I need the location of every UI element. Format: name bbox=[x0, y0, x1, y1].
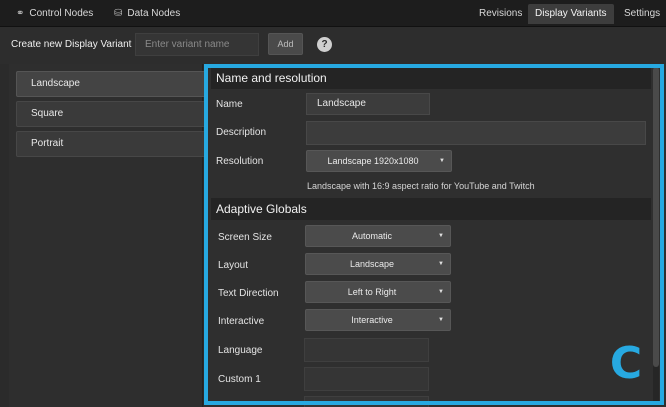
variant-properties-panel: Name and resolution Name Landscape Descr… bbox=[204, 64, 666, 407]
tab-data-nodes[interactable]: ⛁ Data Nodes bbox=[107, 4, 187, 24]
tab-control-nodes-label: Control Nodes bbox=[29, 8, 94, 19]
caret-down-icon: ▼ bbox=[438, 261, 444, 267]
resolution-dropdown[interactable]: Landscape 1920x1080 ▼ bbox=[306, 150, 452, 172]
section-adaptive-globals: Adaptive Globals bbox=[211, 198, 651, 220]
caret-down-icon: ▼ bbox=[438, 233, 444, 239]
tab-revisions-label: Revisions bbox=[479, 8, 523, 19]
tab-data-nodes-label: Data Nodes bbox=[127, 8, 181, 19]
tab-settings[interactable]: Settings bbox=[617, 4, 666, 24]
resolution-label: Resolution bbox=[216, 156, 264, 167]
text-direction-dropdown[interactable]: Left to Right ▼ bbox=[305, 281, 451, 303]
resolution-hint: Landscape with 16:9 aspect ratio for You… bbox=[307, 181, 535, 191]
description-field[interactable] bbox=[306, 121, 646, 145]
resolution-value: Landscape 1920x1080 bbox=[327, 156, 419, 166]
variant-name-input[interactable] bbox=[135, 33, 259, 56]
variant-list: Landscape Square Portrait bbox=[9, 64, 206, 407]
interactive-dropdown[interactable]: Interactive ▼ bbox=[305, 309, 451, 331]
database-icon: ⛁ bbox=[114, 8, 123, 19]
interactive-label: Interactive bbox=[218, 316, 265, 327]
name-label: Name bbox=[216, 99, 243, 110]
custom2-field[interactable] bbox=[304, 396, 429, 407]
custom1-label: Custom 1 bbox=[218, 374, 261, 385]
tab-revisions[interactable]: Revisions bbox=[472, 4, 529, 24]
caret-down-icon: ▼ bbox=[439, 158, 445, 164]
variant-item-landscape[interactable]: Landscape bbox=[16, 71, 206, 97]
tab-control-nodes[interactable]: ⚭ Control Nodes bbox=[9, 4, 100, 24]
callout-letter: C bbox=[609, 338, 643, 389]
variant-item-square[interactable]: Square bbox=[16, 101, 206, 127]
screen-size-value: Automatic bbox=[351, 231, 393, 241]
help-icon[interactable]: ? bbox=[317, 37, 332, 52]
interactive-value: Interactive bbox=[351, 315, 393, 325]
add-variant-button[interactable]: Add bbox=[268, 33, 303, 55]
name-field[interactable]: Landscape bbox=[306, 93, 430, 115]
caret-down-icon: ▼ bbox=[438, 317, 444, 323]
create-variant-label: Create new Display Variant bbox=[11, 39, 132, 50]
layout-label: Layout bbox=[218, 260, 249, 271]
tab-display-variants-label: Display Variants bbox=[535, 8, 607, 19]
tab-settings-label: Settings bbox=[624, 8, 661, 19]
tab-display-variants[interactable]: Display Variants bbox=[528, 4, 614, 24]
section-name-resolution: Name and resolution bbox=[211, 67, 651, 89]
variant-item-portrait[interactable]: Portrait bbox=[16, 131, 206, 157]
layout-dropdown[interactable]: Landscape ▼ bbox=[305, 253, 451, 275]
screen-size-label: Screen Size bbox=[218, 232, 272, 243]
custom1-field[interactable] bbox=[304, 367, 429, 391]
text-direction-value: Left to Right bbox=[347, 287, 397, 297]
layout-value: Landscape bbox=[349, 259, 395, 269]
link-icon: ⚭ bbox=[16, 8, 25, 19]
create-variant-row: Create new Display Variant bbox=[0, 27, 666, 64]
top-tab-bar: ⚭ Control Nodes ⛁ Data Nodes Revisions Dis… bbox=[0, 0, 666, 27]
screen-size-dropdown[interactable]: Automatic ▼ bbox=[305, 225, 451, 247]
caret-down-icon: ▼ bbox=[438, 289, 444, 295]
description-label: Description bbox=[216, 127, 267, 138]
language-field[interactable] bbox=[304, 338, 429, 362]
language-label: Language bbox=[218, 345, 263, 356]
text-direction-label: Text Direction bbox=[218, 288, 279, 299]
scrollbar-thumb[interactable] bbox=[653, 67, 659, 367]
